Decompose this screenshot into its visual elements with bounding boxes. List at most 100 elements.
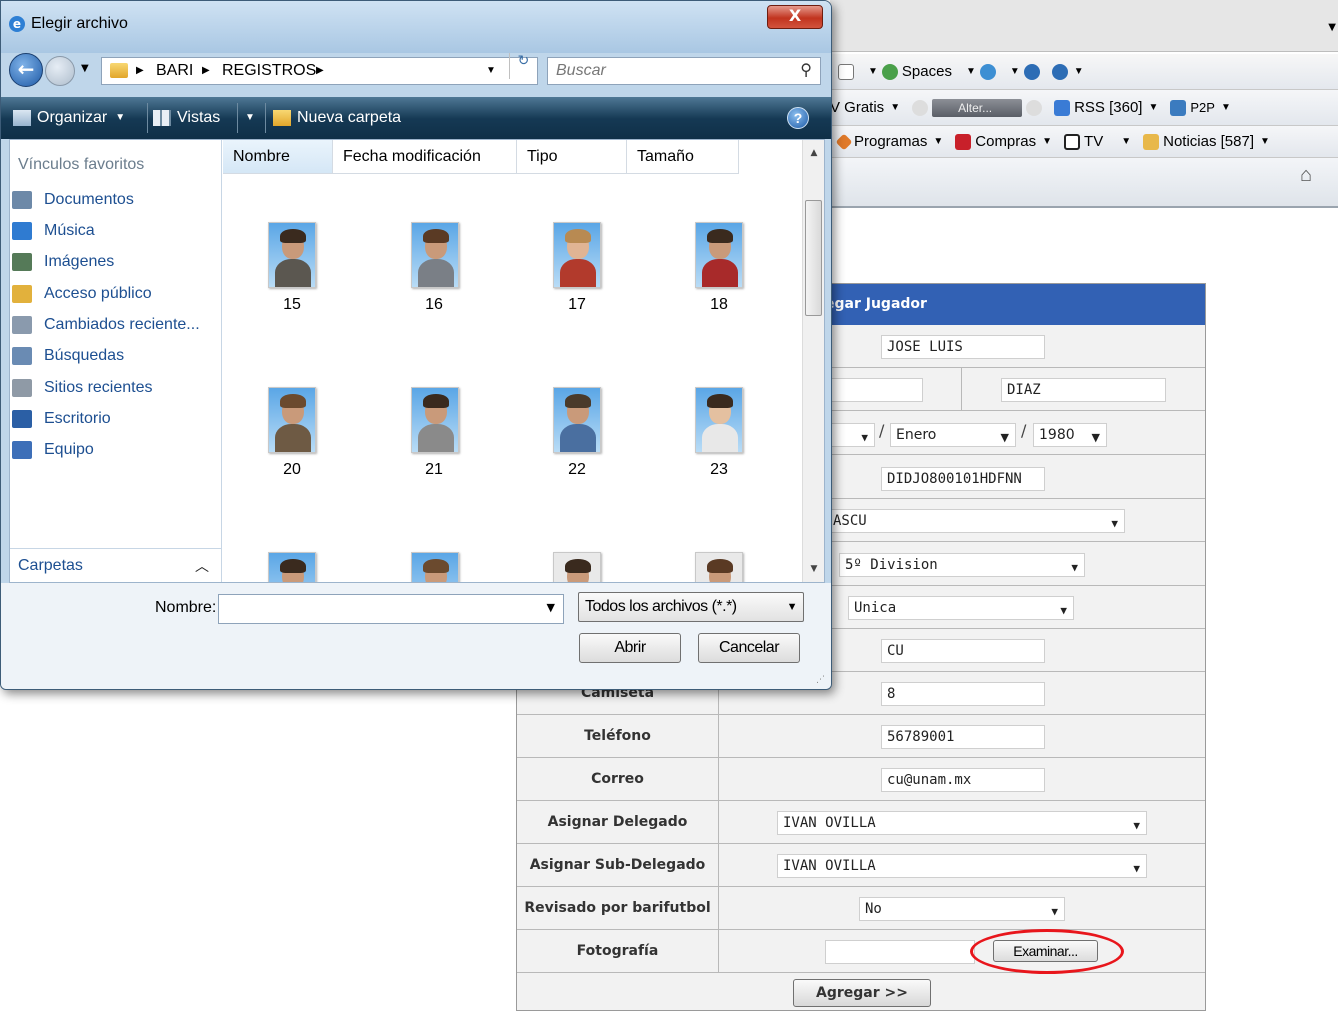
chevron-right-icon[interactable]: ▶ [136, 58, 144, 84]
contacts-button[interactable]: ▼ [964, 63, 996, 80]
file-type-select[interactable]: Todos los archivos (*.*) ▼ [578, 592, 804, 622]
refresh-button[interactable]: ↻ [509, 53, 537, 79]
file-thumbnail[interactable] [268, 552, 316, 582]
file-thumbnail[interactable] [411, 387, 459, 453]
breadcrumb-registros[interactable]: REGISTROS [222, 58, 316, 84]
help-button[interactable]: ▼ [1051, 63, 1084, 80]
forward-button[interactable] [45, 56, 75, 86]
camiseta-input[interactable] [881, 682, 1045, 706]
chevron-right-icon[interactable]: ▶ [316, 58, 324, 84]
favorite-item[interactable]: Documentos [10, 188, 221, 212]
column-header-tipo[interactable]: Tipo [517, 140, 627, 174]
home-icon[interactable]: ⌂ [1300, 164, 1312, 187]
tv-button[interactable]: TV ▼ [1064, 133, 1131, 150]
scrollbar-thumb[interactable] [805, 200, 822, 316]
resize-grip-icon[interactable]: ⋰ [816, 675, 825, 685]
vertical-scrollbar[interactable]: ▲ ▼ [802, 140, 824, 582]
filename-input[interactable]: ▼ [218, 594, 564, 624]
file-thumbnail[interactable] [411, 222, 459, 288]
sexo-select[interactable]: ASCU ▼ [827, 509, 1125, 533]
file-name[interactable]: 15 [262, 296, 322, 314]
anio-select[interactable]: 1980 ▼ [1033, 423, 1107, 447]
toolbar-icon-button[interactable] [838, 63, 854, 80]
chevron-down-icon[interactable]: ▼ [547, 601, 555, 614]
spaces-button[interactable]: ▼ Spaces [866, 63, 952, 80]
cancel-button[interactable]: Cancelar [698, 633, 800, 663]
file-thumbnail[interactable] [553, 387, 601, 453]
column-header-fecha[interactable]: Fecha modificación [333, 140, 517, 174]
scroll-up-icon[interactable]: ▲ [803, 148, 825, 158]
favorite-item[interactable]: Equipo [10, 438, 221, 462]
nombre-input[interactable] [881, 335, 1045, 359]
file-name[interactable]: 23 [689, 461, 749, 479]
file-name[interactable]: 16 [404, 296, 464, 314]
favorite-item[interactable]: Música [10, 219, 221, 243]
search-icon[interactable]: ⚲ [800, 58, 812, 84]
p2p-button[interactable]: P2P ▼ [1170, 99, 1231, 116]
tools-button[interactable]: ▼ [1008, 63, 1040, 80]
column-header-nombre[interactable]: Nombre [223, 140, 333, 174]
favorite-item[interactable]: Imágenes [10, 250, 221, 274]
file-name[interactable]: 18 [689, 296, 749, 314]
favorite-item[interactable]: Cambiados reciente... [10, 313, 221, 337]
chevron-down-icon[interactable]: ▼ [486, 58, 496, 84]
dia-select[interactable]: ▼ [827, 423, 875, 447]
column-header-tamano[interactable]: Tamaño [627, 140, 739, 174]
file-thumbnail[interactable] [695, 387, 743, 453]
rfc-input[interactable] [881, 467, 1045, 491]
file-thumbnail[interactable] [268, 387, 316, 453]
file-name[interactable]: 22 [547, 461, 607, 479]
help-icon[interactable]: ? [787, 107, 809, 129]
apellido-paterno-input[interactable] [827, 378, 923, 402]
foto-path-input[interactable] [825, 940, 975, 964]
division-select[interactable]: 5º Division ▼ [839, 553, 1085, 577]
tv-gratis-button[interactable]: V Gratis ▼ [830, 99, 900, 116]
back-button[interactable]: ← [9, 53, 43, 87]
revisado-select[interactable]: No ▼ [859, 897, 1065, 921]
favorite-item[interactable]: Acceso público [10, 282, 221, 306]
delegado-select[interactable]: IVAN OVILLA ▼ [777, 811, 1147, 835]
folders-toggle[interactable]: Carpetas ︿ [10, 548, 221, 582]
file-thumbnail[interactable] [411, 552, 459, 582]
file-name[interactable]: 17 [547, 296, 607, 314]
categoria-select[interactable]: Unica ▼ [848, 596, 1074, 620]
noticias-button[interactable]: Noticias [587] ▼ [1143, 133, 1270, 150]
compras-button[interactable]: Compras ▼ [955, 133, 1052, 150]
alter-player[interactable]: Alter... [912, 98, 1043, 117]
address-bar[interactable]: ▶ BARI ▶ REGISTROS ▶ ▼ [101, 57, 538, 85]
chevron-right-icon[interactable]: ▶ [202, 58, 210, 84]
nueva-carpeta-button[interactable]: Nueva carpeta [273, 97, 401, 139]
vistas-dropdown[interactable]: ▼ [243, 97, 255, 139]
vistas-button[interactable]: Vistas [153, 97, 220, 139]
open-button[interactable]: Abrir [579, 633, 681, 663]
file-name[interactable]: 21 [404, 461, 464, 479]
favorite-item[interactable]: Escritorio [10, 407, 221, 431]
file-thumbnail[interactable] [553, 552, 601, 582]
telefono-input[interactable] [881, 725, 1045, 749]
search-input[interactable]: Buscar ⚲ [547, 57, 821, 85]
rss-button[interactable]: RSS [360] ▼ [1054, 99, 1158, 116]
mes-select[interactable]: Enero ▼ [890, 423, 1016, 447]
correo-input[interactable] [881, 768, 1045, 792]
apellido-materno-input[interactable] [1001, 378, 1166, 402]
chevron-down-icon[interactable]: ▼ [1328, 22, 1336, 33]
file-thumbnail[interactable] [695, 552, 743, 582]
favorite-item[interactable]: Búsquedas [10, 344, 221, 368]
programas-button[interactable]: Programas ▼ [835, 133, 943, 150]
escuela-input[interactable] [881, 639, 1045, 663]
breadcrumb-bari[interactable]: BARI [156, 58, 193, 84]
chevron-down-icon: ▼ [1260, 136, 1270, 147]
photo-hair [565, 229, 591, 243]
file-thumbnail[interactable] [553, 222, 601, 288]
close-button[interactable]: X [767, 5, 823, 29]
organizar-button[interactable]: Organizar ▼ [13, 97, 125, 139]
file-thumbnail[interactable] [268, 222, 316, 288]
favorite-item[interactable]: Sitios recientes [10, 376, 221, 400]
file-name[interactable]: 20 [262, 461, 322, 479]
chevron-down-icon[interactable]: ▼ [81, 63, 89, 74]
dialog-title-bar[interactable]: e Elegir archivo X [1, 1, 831, 53]
scroll-down-icon[interactable]: ▼ [803, 564, 825, 574]
agregar-button[interactable]: Agregar >> [793, 979, 931, 1007]
subdelegado-select[interactable]: IVAN OVILLA ▼ [777, 854, 1147, 878]
file-thumbnail[interactable] [695, 222, 743, 288]
